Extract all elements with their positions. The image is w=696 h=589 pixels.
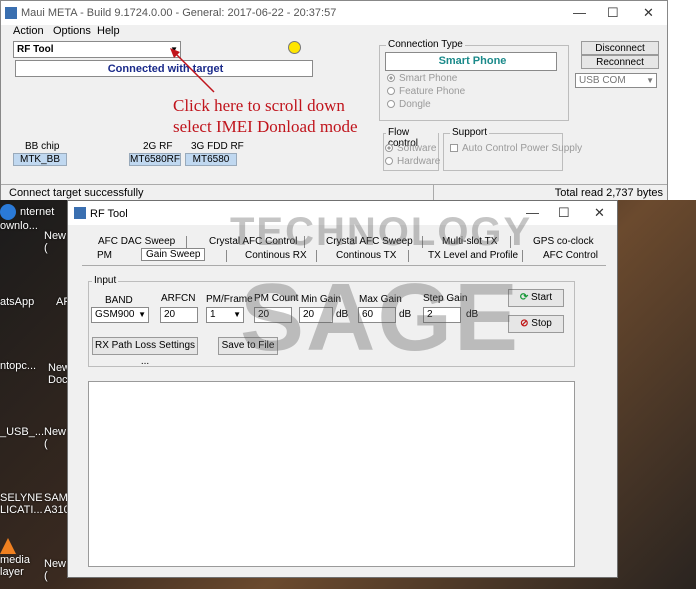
desktop-icon[interactable]: New( xyxy=(44,426,68,450)
rf-tool-window: RF Tool — ☐ ✕ AFC DAC Sweep Crystal AFC … xyxy=(67,200,618,578)
desktop-icon[interactable]: New( xyxy=(44,230,68,254)
tab-afc-control[interactable]: AFC Control xyxy=(543,250,598,263)
desktop-icon[interactable]: New( xyxy=(44,558,68,582)
pmframe-select[interactable]: 1 ▼ xyxy=(206,307,244,323)
arfcn-input[interactable]: 20 xyxy=(160,307,198,323)
output-log[interactable] xyxy=(88,381,575,567)
tab-gps-co-clock[interactable]: GPS co-clock xyxy=(533,236,594,249)
chevron-down-icon: ▼ xyxy=(138,310,146,319)
annotation-line2: select IMEI Donload mode xyxy=(173,117,358,136)
rf-window-title: RF Tool xyxy=(90,208,128,220)
band-select[interactable]: GSM900 ▼ xyxy=(91,307,149,323)
desktop-icon[interactable]: SAM A310 xyxy=(44,492,70,516)
close-icon[interactable]: ✕ xyxy=(594,205,605,221)
annotation-arrow-line xyxy=(173,51,215,93)
tab-pm[interactable]: PM xyxy=(97,250,112,263)
tab-separator xyxy=(186,236,187,248)
vlc-icon xyxy=(0,538,16,554)
app-icon xyxy=(74,207,86,219)
band-label: BAND xyxy=(105,295,133,306)
maximize-icon[interactable]: ☐ xyxy=(558,205,570,221)
tab-separator xyxy=(226,250,227,262)
desktop-icon[interactable]: nternet ownlo... xyxy=(0,204,70,232)
annotation-line1: Click here to scroll down xyxy=(173,96,345,115)
rx-path-loss-button[interactable]: RX Path Loss Settings ... xyxy=(92,337,198,367)
arfcn-label: ARFCN xyxy=(161,293,196,304)
watermark-line2: SAGE xyxy=(240,264,521,371)
stop-icon: ⊘ xyxy=(520,318,529,329)
tab-gain-sweep[interactable]: Gain Sweep xyxy=(141,248,206,261)
watermark-line1: TECHNOLOGY xyxy=(230,210,533,254)
internet-icon xyxy=(0,204,16,220)
annotation-arrow xyxy=(170,48,215,93)
refresh-icon: ⟳ xyxy=(519,292,529,303)
